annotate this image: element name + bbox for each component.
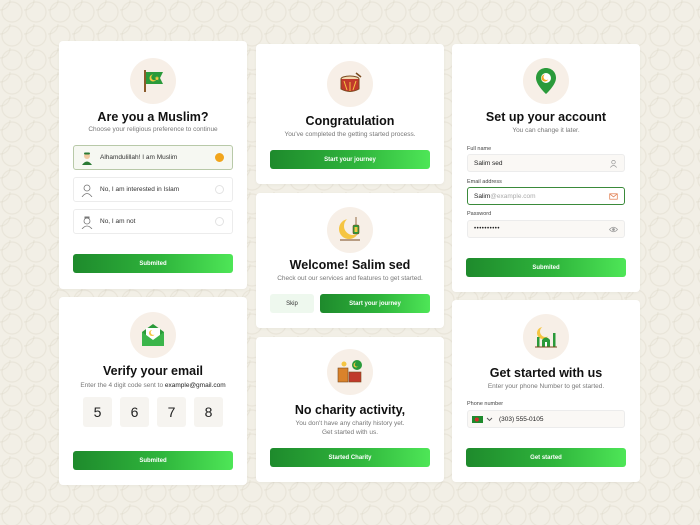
option-label: Alhamdulillah! I am Muslim <box>100 154 178 161</box>
bangladesh-flag-icon <box>472 415 483 423</box>
chevron-down-icon <box>486 417 493 421</box>
start-journey-button[interactable]: Start your journey <box>270 150 430 169</box>
location-pin-icon <box>523 58 569 104</box>
full-name-label: Full name <box>467 146 492 152</box>
page-title: Verify your email <box>102 364 204 378</box>
code-digit-1[interactable]: 5 <box>83 397 112 427</box>
page-title: Congratulation <box>305 114 395 128</box>
option-interested[interactable]: No, I am interested in Islam <box>73 177 233 202</box>
man-cap-avatar-icon <box>80 215 94 229</box>
option-label: No, I am not <box>100 218 136 225</box>
full-name-value: Salim sed <box>474 159 503 167</box>
phone-signup-card: Get started with us Enter your phone Num… <box>452 300 640 482</box>
code-digit-2[interactable]: 6 <box>120 397 149 427</box>
page-title: Are you a Muslim? <box>97 110 209 124</box>
verify-email-card: Verify your email Enter the 4 digit code… <box>59 297 247 485</box>
email-field[interactable]: Salim @example.com <box>467 187 625 205</box>
congratulation-card: Congratulation You've completed the gett… <box>256 44 444 184</box>
option-not-muslim[interactable]: No, I am not <box>73 209 233 234</box>
email-address: example@gmail.com <box>164 382 226 389</box>
get-started-button[interactable]: Get started <box>466 448 626 467</box>
page-subtitle: Enter your phone Number to get started. <box>487 383 605 390</box>
password-label: Password <box>467 211 492 217</box>
page-subtitle: Check out our services and features to g… <box>277 275 423 282</box>
option-label: No, I am interested in Islam <box>100 186 180 193</box>
page-subtitle: You can change it later. <box>512 127 580 134</box>
mosque-icon <box>523 314 569 360</box>
email-placeholder: @example.com <box>490 192 536 200</box>
submit-button[interactable]: Submited <box>73 451 233 470</box>
eye-icon[interactable] <box>609 225 618 234</box>
phone-value: (303) 555-0105 <box>499 415 544 423</box>
welcome-card: Welcome! Salim sed Check out our service… <box>256 193 444 328</box>
start-journey-button[interactable]: Start your journey <box>320 294 430 313</box>
mail-icon <box>609 193 618 200</box>
radio-selected[interactable] <box>215 153 224 162</box>
submit-button[interactable]: Submited <box>466 258 626 277</box>
email-value: Salim <box>474 192 491 200</box>
drum-icon <box>327 61 373 107</box>
page-title: Get started with us <box>489 366 603 380</box>
radio-unselected[interactable] <box>215 185 224 194</box>
page-subtitle: Enter the 4 digit code sent to example@g… <box>59 381 247 390</box>
phone-field[interactable]: (303) 555-0105 <box>467 410 625 428</box>
code-digit-4[interactable]: 8 <box>194 397 223 427</box>
charity-card: No charity activity, You don't have any … <box>256 337 444 482</box>
page-subtitle: You've completed the getting started pro… <box>284 131 416 138</box>
person-icon <box>610 159 617 168</box>
page-title: No charity activity, <box>294 403 406 417</box>
account-setup-card: Set up your account You can change it la… <box>452 44 640 292</box>
submit-button[interactable]: Submited <box>73 254 233 273</box>
password-field[interactable]: •••••••••• <box>467 220 625 238</box>
full-name-field[interactable]: Salim sed <box>467 154 625 172</box>
envelope-icon <box>130 312 176 358</box>
email-label: Email address <box>467 179 502 185</box>
charity-box-icon <box>327 349 373 395</box>
page-subtitle: Choose your religious preference to cont… <box>88 126 218 133</box>
page-title: Welcome! Salim sed <box>289 258 411 272</box>
page-title: Set up your account <box>485 110 607 124</box>
password-value: •••••••••• <box>474 226 501 232</box>
skip-button[interactable]: Skip <box>270 294 314 313</box>
flag-crescent-icon <box>130 58 176 104</box>
man-avatar-icon <box>80 183 94 197</box>
code-digit-3[interactable]: 7 <box>157 397 186 427</box>
subtitle-text: Enter the 4 digit code sent to <box>80 382 165 389</box>
started-charity-button[interactable]: Started Charity <box>270 448 430 467</box>
page-subtitle-line2: Get started with us. <box>322 429 378 436</box>
muslim-man-avatar-icon <box>80 151 94 165</box>
page-subtitle-line1: You don't have any charity history yet. <box>295 420 405 427</box>
radio-unselected[interactable] <box>215 217 224 226</box>
muslim-question-card: Are you a Muslim? Choose your religious … <box>59 41 247 289</box>
phone-label: Phone number <box>467 401 504 407</box>
country-selector[interactable] <box>472 415 493 423</box>
option-muslim[interactable]: Alhamdulillah! I am Muslim <box>73 145 233 170</box>
crescent-lantern-icon <box>327 207 373 253</box>
